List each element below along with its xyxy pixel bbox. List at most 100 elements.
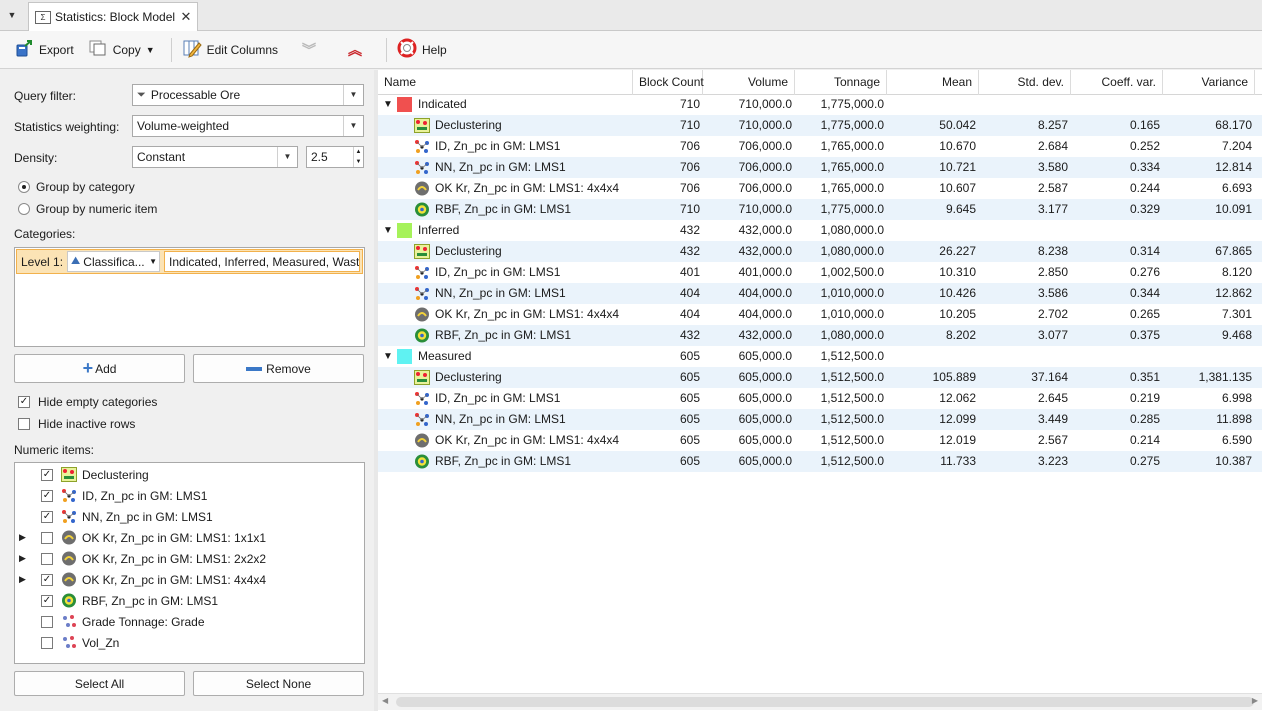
tab-title: Statistics: Block Model [55, 10, 176, 24]
column-header[interactable]: Variance [1163, 70, 1255, 95]
export-button[interactable]: Export [10, 37, 78, 63]
checkbox-checked-icon[interactable]: ✓ [41, 468, 53, 481]
column-header[interactable]: Name [378, 70, 633, 95]
table-cell: 710 [679, 202, 700, 216]
expand-arrow-icon[interactable]: ▶ [19, 532, 33, 543]
table-cell: 605 [679, 391, 700, 405]
table-row[interactable]: ID, Zn_pc in GM: LMS1 401 401,000.0 1,002,5… [378, 262, 1262, 283]
collapse-arrow-icon[interactable]: ▼ [383, 346, 393, 367]
table-cell: 0.252 [1129, 139, 1160, 153]
table-row[interactable]: NN, Zn_pc in GM: LMS1 404 404,000.0 1,010,0… [378, 283, 1262, 304]
table-row[interactable]: Declustering 710 710,000.0 1,775,000.0 50.04… [378, 115, 1262, 136]
minus-icon [246, 366, 263, 371]
numeric-item-label: Vol_Zn [82, 635, 120, 650]
expand-all-button[interactable]: ︾ [288, 37, 328, 63]
table-row[interactable]: OK Kr, Zn_pc in GM: LMS1: 4x4x4 404 404,00… [378, 304, 1262, 325]
expand-arrow-icon[interactable]: ▶ [19, 574, 33, 585]
toolbar: Export Copy ▼ Edit Columns ︾ ︽ Help [0, 31, 1262, 69]
group-row[interactable]: ▼ Measured 605 605,000.0 1,512,500.0 [378, 346, 1262, 367]
select-none-button[interactable]: Select None [193, 671, 364, 696]
close-icon[interactable]: ✕ [179, 9, 193, 25]
column-header[interactable]: Volume [703, 70, 795, 95]
table-row[interactable]: RBF, Zn_pc in GM: LMS1 710 710,000.0 1,775,… [378, 199, 1262, 220]
group-by-numeric-radio[interactable]: Group by numeric item [18, 202, 157, 216]
remove-button[interactable]: Remove [193, 354, 364, 383]
column-header[interactable]: Coeff. var. [1071, 70, 1163, 95]
edit-columns-button[interactable]: Edit Columns [178, 37, 282, 63]
numeric-item-row[interactable]: ▶ OK Kr, Zn_pc in GM: LMS1: 1x1x1 [15, 527, 266, 548]
checkbox-unchecked-icon[interactable] [41, 636, 53, 649]
density-dropdown[interactable]: Constant ▼ [132, 146, 298, 168]
checkbox-unchecked-icon[interactable] [41, 552, 53, 565]
collapse-all-button[interactable]: ︽ [334, 37, 374, 63]
table-cell: 8.238 [1037, 244, 1068, 258]
group-row[interactable]: ▼ Inferred 432 432,000.0 1,080,000.0 [378, 220, 1262, 241]
checkbox-unchecked-icon[interactable] [41, 615, 53, 628]
numeric-item-row[interactable]: ✓ ID, Zn_pc in GM: LMS1 [15, 485, 207, 506]
column-header[interactable]: Tonnage [795, 70, 887, 95]
numeric-item-row[interactable]: ▶ OK Kr, Zn_pc in GM: LMS1: 2x2x2 [15, 548, 266, 569]
numeric-item-row[interactable]: ✓ Declustering [15, 464, 149, 485]
table-cell: 2.567 [1037, 433, 1068, 447]
weighting-dropdown[interactable]: Volume-weighted ▼ [132, 115, 364, 137]
checkbox-checked-icon[interactable]: ✓ [41, 510, 53, 523]
group-by-category-radio[interactable]: Group by category [18, 180, 135, 194]
table-row[interactable]: ID, Zn_pc in GM: LMS1 706 706,000.0 1,765,0… [378, 136, 1262, 157]
horizontal-scrollbar[interactable]: ◀ ▶ [378, 693, 1262, 710]
scroll-left-icon[interactable]: ◀ [382, 696, 388, 705]
table-row[interactable]: NN, Zn_pc in GM: LMS1 605 605,000.0 1,512,5… [378, 409, 1262, 430]
collapse-arrow-icon[interactable]: ▼ [383, 220, 393, 241]
checkbox-checked-icon[interactable]: ✓ [41, 573, 53, 586]
help-button[interactable]: Help [393, 37, 451, 63]
table-cell: 10.310 [939, 265, 976, 279]
group-row[interactable]: ▼ Indicated 710 710,000.0 1,775,000.0 [378, 94, 1262, 115]
checkbox-checked-icon[interactable]: ✓ [41, 489, 53, 502]
add-button[interactable]: + Add [14, 354, 185, 383]
density-number-input[interactable]: 2.5 ▲ ▼ [306, 146, 364, 168]
column-header[interactable]: Mean [887, 70, 979, 95]
double-chevron-down-icon: ︾ [302, 41, 316, 58]
table-row[interactable]: OK Kr, Zn_pc in GM: LMS1: 4x4x4 706 706,00… [378, 178, 1262, 199]
hide-inactive-checkbox[interactable]: Hide inactive rows [18, 417, 135, 431]
category-column-dropdown[interactable]: ⛰ Classifica... ▼ [67, 251, 161, 272]
numeric-item-row[interactable]: ▶ ✓ OK Kr, Zn_pc in GM: LMS1: 4x4x4 [15, 569, 266, 590]
scrollbar-thumb[interactable] [396, 697, 1254, 707]
table-row[interactable]: RBF, Zn_pc in GM: LMS1 605 605,000.0 1,512,… [378, 451, 1262, 472]
declustering-icon [414, 118, 430, 133]
numeric-item-label: OK Kr, Zn_pc in GM: LMS1: 4x4x4 [82, 572, 267, 587]
id-estimator-icon [414, 391, 430, 406]
table-row[interactable]: RBF, Zn_pc in GM: LMS1 432 432,000.0 1,080,… [378, 325, 1262, 346]
checkbox-checked-icon[interactable]: ✓ [41, 594, 53, 607]
table-row[interactable]: Declustering 605 605,000.0 1,512,500.0 105.8… [378, 367, 1262, 388]
hide-empty-checkbox[interactable]: ✓ Hide empty categories [18, 395, 157, 409]
category-values-field[interactable]: Indicated, Inferred, Measured, Waste [164, 251, 360, 272]
category-level-row[interactable]: Level 1: ⛰ Classifica... ▼ Indicated, In… [16, 249, 363, 274]
select-all-button[interactable]: Select All [14, 671, 185, 696]
numeric-item-row[interactable]: ✓ NN, Zn_pc in GM: LMS1 [15, 506, 213, 527]
column-header[interactable]: Std. dev. [979, 70, 1071, 95]
category-level-label: Level 1: [21, 254, 64, 269]
nn-estimator-icon [414, 286, 430, 301]
checkbox-unchecked-icon[interactable] [41, 531, 53, 544]
numeric-item-row[interactable]: Vol_Zn [15, 632, 119, 653]
table-cell: 2.850 [1037, 265, 1068, 279]
column-header[interactable]: Block Count [633, 70, 704, 95]
query-filter-dropdown[interactable]: ⏷ Processable Ore ▼ [132, 84, 364, 106]
table-cell: 404,000.0 [738, 307, 792, 321]
copy-button[interactable]: Copy ▼ [84, 37, 159, 63]
tab-statistics-block-model[interactable]: Σ Statistics: Block Model ✕ [28, 2, 198, 31]
table-row[interactable]: Declustering 432 432,000.0 1,080,000.0 26.22… [378, 241, 1262, 262]
scroll-right-icon[interactable]: ▶ [1252, 696, 1258, 705]
table-row[interactable]: NN, Zn_pc in GM: LMS1 706 706,000.0 1,765,0… [378, 157, 1262, 178]
collapse-arrow-icon[interactable]: ▼ [383, 94, 393, 115]
table-row[interactable]: ID, Zn_pc in GM: LMS1 605 605,000.0 1,512,5… [378, 388, 1262, 409]
kriging-icon [61, 530, 77, 545]
numeric-item-label: Grade Tonnage: Grade [82, 614, 205, 629]
spinner-arrows-icon[interactable]: ▲ ▼ [353, 147, 363, 167]
tab-list-dropdown-icon[interactable]: ▼ [4, 8, 20, 22]
table-cell: 0.344 [1129, 286, 1160, 300]
numeric-item-row[interactable]: ✓ RBF, Zn_pc in GM: LMS1 [15, 590, 218, 611]
expand-arrow-icon[interactable]: ▶ [19, 553, 33, 564]
table-row[interactable]: OK Kr, Zn_pc in GM: LMS1: 4x4x4 605 605,00… [378, 430, 1262, 451]
numeric-item-row[interactable]: Grade Tonnage: Grade [15, 611, 205, 632]
